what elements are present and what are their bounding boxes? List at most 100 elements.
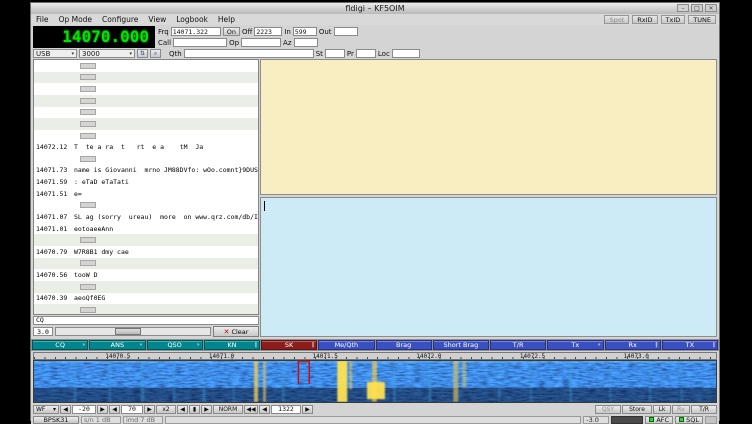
browser-row[interactable] [34,234,258,246]
browser-row[interactable] [34,72,258,84]
receive-text-pane[interactable] [260,59,717,195]
macro-button-cq[interactable]: CQ» [32,340,88,350]
center-signal-icon[interactable]: ▮ [189,405,200,414]
macro-button-kn[interactable]: KN‖ [204,340,260,350]
txrx-button[interactable]: T/R [691,405,717,414]
loc-label: Loc [378,50,390,58]
minimize-icon[interactable]: – [677,4,689,12]
reverse-button[interactable]: Rv [672,405,690,414]
macro-button-me-qth[interactable]: Me/Qth [318,340,374,350]
out-field[interactable] [334,27,358,36]
loc-field[interactable] [392,49,420,58]
browser-row[interactable] [34,258,258,270]
transmit-text-pane[interactable] [260,197,717,337]
browser-row[interactable] [34,130,258,142]
store-button[interactable]: Store [622,405,652,414]
browser-row[interactable] [34,118,258,130]
spot-button[interactable]: Spot [604,15,629,24]
rxid-button[interactable]: RxID [632,15,657,24]
zoom-select[interactable]: x2 [156,405,176,414]
on-button[interactable]: On [223,27,240,36]
macro-button-sk[interactable]: SK‖ [261,340,317,350]
browser-row[interactable]: 14071.07SL ag (sorry ureau) more on www.… [34,211,258,223]
spin-icon[interactable]: ⇅ [137,49,148,58]
in-field[interactable]: 599 [293,27,317,36]
macro-button-short-brag[interactable]: Short Brag [433,340,489,350]
browser-row[interactable]: 14070.56tooW D [34,269,258,281]
browser-row[interactable] [34,200,258,212]
sideband-select[interactable]: USB ▾ [33,49,77,58]
menu-file[interactable]: File [31,15,54,24]
off-field[interactable]: 2223 [254,27,282,36]
shift-left-icon[interactable]: ◀ [177,405,188,414]
mode-button[interactable]: BPSK31 [33,416,79,424]
op-field[interactable] [241,38,281,47]
qth-label: Qth [169,50,182,58]
waterfall-display[interactable] [33,360,717,403]
waterfall-scale[interactable]: 14070.514071.014071.514072.014072.514073… [33,352,717,360]
browser-row[interactable]: 14072.12T te a ra t rt e a tM Ja [34,141,258,153]
clear-button[interactable]: ✕ Clear [213,326,259,337]
frequency-display[interactable]: 14070.000 [33,26,155,48]
lock-button[interactable]: Lk [653,405,671,414]
browser-row[interactable] [34,60,258,72]
bandwidth-select[interactable]: 3000 ▾ [79,49,135,58]
pr-field[interactable] [356,49,376,58]
menu-help[interactable]: Help [213,15,240,24]
range-down-icon[interactable]: ◀ [109,405,120,414]
browser-row[interactable] [34,304,258,315]
afc-button[interactable]: AFC [645,416,673,424]
carrier-mode-select[interactable]: NORM [213,405,243,414]
browser-row[interactable]: 14070.79W7R8B1 dmy cae [34,246,258,258]
signal-browser[interactable]: 14072.12T te a ra t rt e a tM Ja 14071.73… [33,59,259,315]
st-field[interactable] [325,49,345,58]
browser-row[interactable]: 14071.01eotoaeeAnn [34,223,258,235]
squelch-slider[interactable] [55,327,211,336]
az-field[interactable] [294,38,318,47]
browser-row[interactable]: 14071.59: eTaD eTaTati [34,176,258,188]
menu-op-mode[interactable]: Op Mode [54,15,97,24]
upper-level-up-icon[interactable]: ▶ [97,405,108,414]
freq-up-icon[interactable]: ▶ [302,405,313,414]
macro-button-tx[interactable]: Tx» [547,340,603,350]
macro-button-ans[interactable]: ANS» [89,340,145,350]
browser-row[interactable] [34,83,258,95]
wf-mode-select[interactable]: WF ▾ [33,405,59,414]
qsy-button[interactable]: QSY [595,405,621,414]
maximize-icon[interactable]: □ [691,4,703,12]
browser-row-text: SL ag (sorry ureau) more on www.qrz.com/… [74,213,258,221]
window-title: fldigi – KF5OIM [345,4,404,13]
macro-button-rx[interactable]: Rx‖ [605,340,661,350]
close-icon[interactable]: × [705,4,717,12]
signal-range-value: 70 [121,405,143,414]
search-icon[interactable]: ⌕ [150,49,161,58]
menu-view[interactable]: View [143,15,171,24]
upper-level-down-icon[interactable]: ◀ [60,405,71,414]
txid-button[interactable]: TxID [661,15,686,24]
frq-field[interactable]: 14071.322 [171,27,221,36]
macro-button-t-r[interactable]: T/R [490,340,546,350]
browser-search-input[interactable]: CQ [33,316,259,325]
call-field[interactable] [173,38,227,47]
browser-row[interactable]: 14071.51e= [34,188,258,200]
range-up-icon[interactable]: ▶ [144,405,155,414]
macro-button-qso[interactable]: QSO» [147,340,203,350]
squelch-slider-thumb[interactable] [115,328,141,335]
browser-row[interactable]: 14071.73name is Giovanni mrno JM88DVfo: … [34,165,258,177]
qth-field[interactable] [184,49,314,58]
sql-button[interactable]: SQL [675,416,703,424]
shift-right-icon[interactable]: ▶ [201,405,212,414]
menu-logbook[interactable]: Logbook [171,15,213,24]
macro-button-tx[interactable]: TX‖ [662,340,718,350]
seek-left-icon[interactable]: ◀◀ [244,405,258,414]
browser-row[interactable]: 14070.39aeoQf0EG [34,293,258,305]
macro-button-brag[interactable]: Brag [376,340,432,350]
browser-row[interactable] [34,95,258,107]
menu-configure[interactable]: Configure [97,15,143,24]
tune-button[interactable]: TUNE [688,15,716,24]
browser-row[interactable] [34,281,258,293]
browser-row[interactable] [34,153,258,165]
browser-row-chip [80,121,96,127]
freq-down-icon[interactable]: ◀ [259,405,270,414]
browser-row[interactable] [34,107,258,119]
